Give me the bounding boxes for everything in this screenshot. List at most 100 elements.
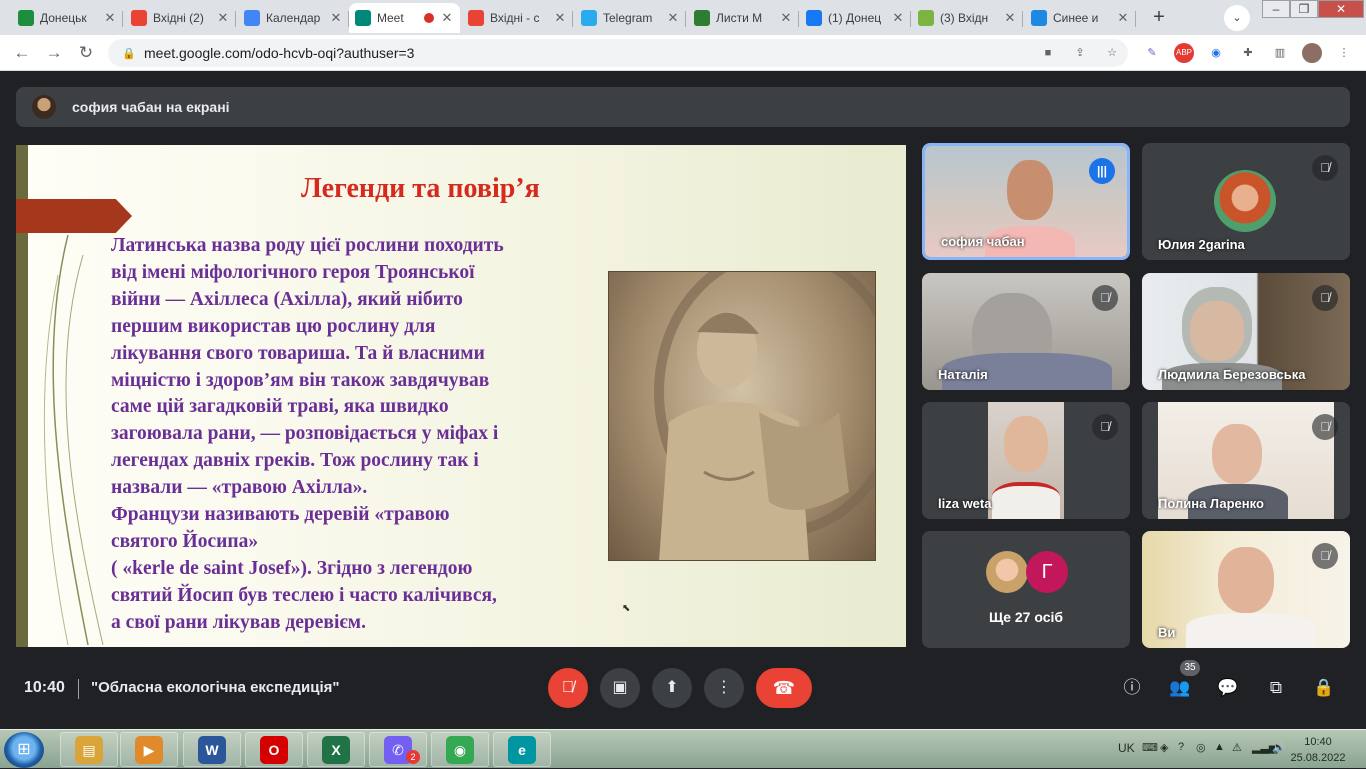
show-hidden-icons[interactable]: ▲ [1214,741,1225,753]
tray-date[interactable]: 25.08.2022 [1288,752,1348,764]
participant-tile[interactable]: ||| софия чабан [922,143,1130,260]
recording-icon [424,13,434,23]
browser-tab[interactable]: Telegram ✕ [575,3,686,33]
network-off-icon[interactable]: ⚠ [1232,741,1242,754]
language-indicator[interactable]: UK [1118,741,1135,755]
close-tab-icon[interactable]: ✕ [891,10,905,26]
slide-text-line: Французи називають деревій «травою [111,504,450,526]
profile-avatar[interactable] [1302,43,1322,63]
puzzle-icon[interactable]: ✚ [1238,43,1258,63]
tab-search-button[interactable]: ⌄ [1224,5,1250,31]
share-icon[interactable]: ⇪ [1070,43,1090,63]
pen-extension-icon[interactable]: ✎ [1142,43,1162,63]
close-tab-icon[interactable]: ✕ [329,10,343,26]
people-icon[interactable]: 👥 [1167,675,1193,701]
presentation-slide: Легенди та повір’я Латинська назва роду … [16,145,906,647]
security-icon[interactable]: ◈ [1160,741,1168,754]
close-tab-icon[interactable]: ✕ [216,10,230,26]
participant-avatar [986,551,1028,593]
presenter-banner-text: софия чабан на екрані [72,99,230,115]
mic-off-icon: 🎙̸ [1092,285,1118,311]
close-tab-icon[interactable]: ✕ [1116,10,1130,26]
taskbar-app[interactable]: O [245,732,303,767]
meet-icon [355,10,371,26]
taskbar-app[interactable]: ▤ [60,732,118,767]
participant-tile[interactable]: 🎙̸ Юлия 2garina [1142,143,1350,260]
forward-button[interactable]: → [42,41,66,65]
mic-off-icon: 🎙̸ [1312,285,1338,311]
participant-name: Людмила Березовська [1158,367,1306,382]
participant-avatar-letter: Г [1026,551,1068,593]
browser-tab[interactable]: Листи М ✕ [688,3,799,33]
close-tab-icon[interactable]: ✕ [440,10,454,26]
tray-time[interactable]: 10:40 [1292,736,1344,748]
back-button[interactable]: ← [10,41,34,65]
close-tab-icon[interactable]: ✕ [666,10,680,26]
minimize-button[interactable]: – [1262,0,1290,18]
self-tile[interactable]: 🎙̸ Ви [1142,531,1350,648]
mic-off-icon: 🎙̸ [1312,543,1338,569]
adblock-icon[interactable]: ABP [1174,43,1194,63]
close-tab-icon[interactable]: ✕ [103,10,117,26]
leave-call-button[interactable]: ☎ [756,668,812,708]
browser-tab[interactable]: Вхідні (2) ✕ [125,3,236,33]
participant-name: Ви [1158,625,1176,640]
taskbar-app[interactable]: ✆ 2 [369,732,427,767]
notification-badge: 2 [406,750,420,764]
tab-title: Календар [266,11,321,25]
gmail-icon [131,10,147,26]
meeting-details-icon[interactable]: ⓘ [1119,675,1145,701]
taskbar-app[interactable]: e [493,732,551,767]
extension-icon[interactable]: ◉ [1206,43,1226,63]
network-icon[interactable]: ◎ [1196,741,1206,754]
keyboard-icon[interactable]: ⌨ [1142,741,1158,754]
browser-tab[interactable]: (1) Донец ✕ [800,3,911,33]
participant-tile[interactable]: 🎙̸ Наталія [922,273,1130,390]
reload-button[interactable]: ↻ [74,41,98,65]
chat-icon[interactable]: 💬 [1215,675,1241,701]
mic-toggle-button[interactable]: 🎙̸ [548,668,588,708]
side-panel-icon[interactable]: ▥ [1270,43,1290,63]
camera-toggle-button[interactable]: ▣ [600,668,640,708]
tab-separator [235,11,236,27]
close-tab-icon[interactable]: ✕ [1003,10,1017,26]
browser-tab[interactable]: Meet ✕ [349,3,460,33]
tab-separator [798,11,799,27]
taskbar-app[interactable]: X [307,732,365,767]
activities-icon[interactable]: ⧉ [1263,675,1289,701]
more-participants-tile[interactable]: Г Ще 27 осіб [922,531,1130,648]
help-icon[interactable]: ? [1178,741,1184,753]
slide-text-line: саме цій загадковій траві, яка швидко [111,396,449,418]
taskbar-app[interactable]: W [183,732,241,767]
close-tab-icon[interactable]: ✕ [779,10,793,26]
maximize-button[interactable]: ❐ [1290,0,1318,18]
browser-tab[interactable]: Календар ✕ [238,3,349,33]
mail-icon [918,10,934,26]
close-tab-icon[interactable]: ✕ [553,10,567,26]
start-button[interactable]: ⊞ [4,732,44,768]
close-window-button[interactable]: ✕ [1318,0,1364,18]
participant-tile[interactable]: 🎙̸ Людмила Березовська [1142,273,1350,390]
meeting-clock: 10:40 [24,679,65,696]
browser-tab[interactable]: Вхідні - с ✕ [462,3,573,33]
camera-icon[interactable]: ■ [1038,43,1058,63]
new-tab-button[interactable]: + [1146,5,1172,31]
volume-icon[interactable]: 🔊 [1272,741,1286,754]
c-icon [1031,10,1047,26]
browser-tab[interactable]: Донецьк ✕ [12,3,123,33]
taskbar-app[interactable]: ◉ [431,732,489,767]
taskbar-app[interactable]: ▶ [120,732,178,767]
slide-text-line: назвали — «травою Ахілла». [111,477,368,499]
browser-tab[interactable]: Синее и ✕ [1025,3,1136,33]
host-controls-icon[interactable]: 🔒 [1311,675,1337,701]
more-participants-label: Ще 27 осіб [988,609,1064,625]
tab-separator [685,11,686,27]
participant-tile[interactable]: 🎙̸ liza weta [922,402,1130,519]
bookmark-star-icon[interactable]: ☆ [1102,43,1122,63]
present-screen-button[interactable]: ⬆ [652,668,692,708]
browser-tab[interactable]: (3) Вхідн ✕ [912,3,1023,33]
participant-tile[interactable]: 🎙̸ Полина Ларенко [1142,402,1350,519]
address-bar[interactable]: 🔒 meet.google.com/odo-hcvb-oqi?authuser=… [108,39,1128,67]
more-options-button[interactable]: ⋮ [704,668,744,708]
menu-icon[interactable]: ⋮ [1334,43,1354,63]
